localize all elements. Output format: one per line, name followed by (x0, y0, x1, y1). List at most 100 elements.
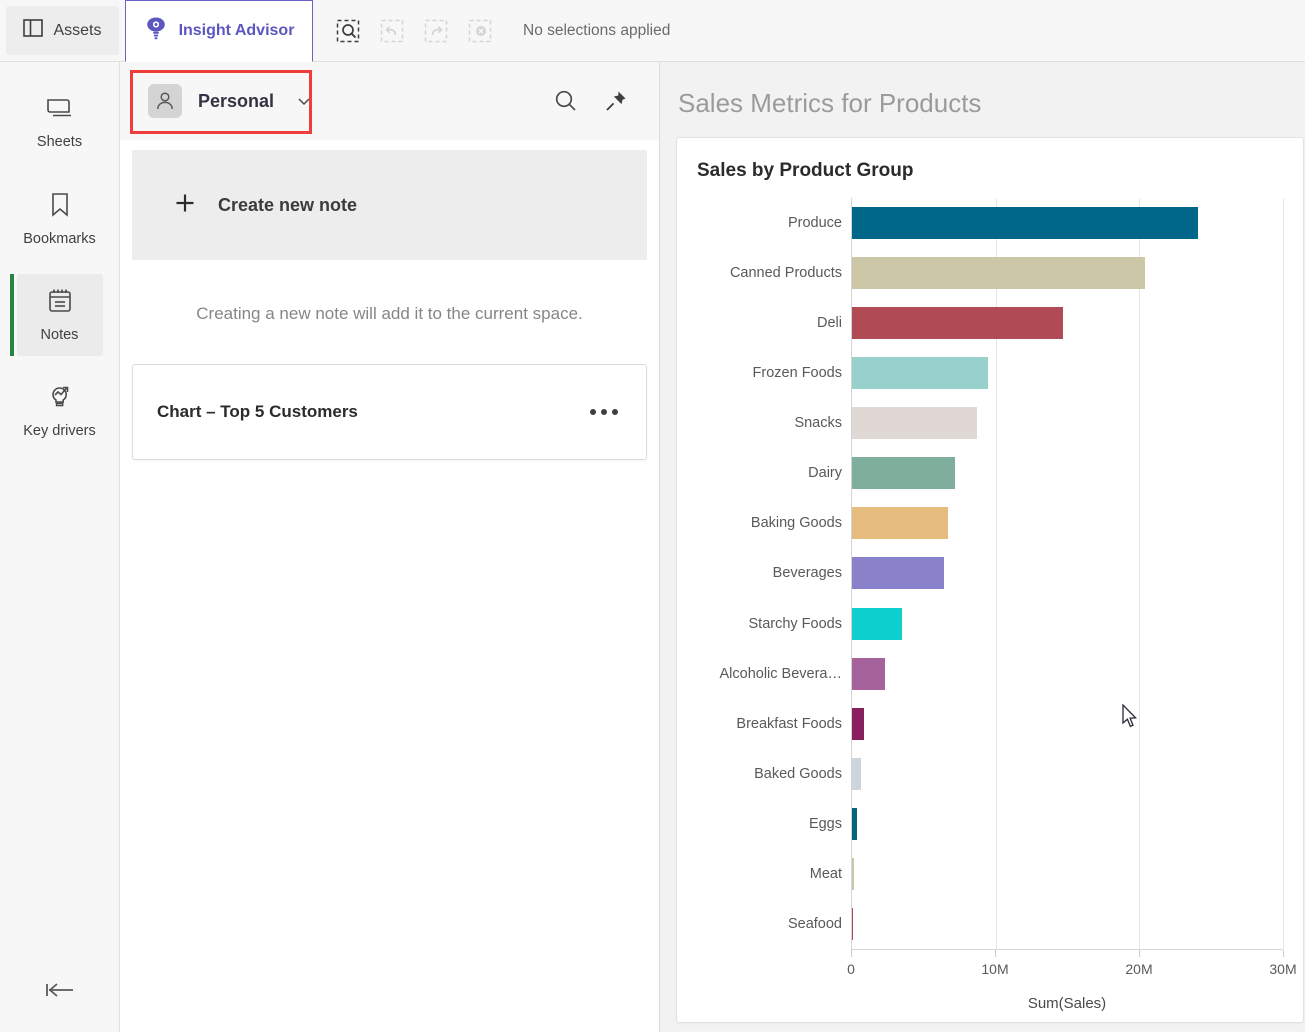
plus-icon (174, 192, 196, 219)
chart-x-tick (1138, 950, 1140, 957)
sidebar-item-bookmarks[interactable]: Bookmarks (17, 178, 103, 260)
chart-bar-row[interactable] (852, 498, 1283, 548)
chart-bar[interactable] (852, 607, 903, 640)
chart-bar-row[interactable] (852, 298, 1283, 348)
chart-category-label: Eggs (808, 815, 842, 832)
chart-category-label: Canned Products (729, 265, 842, 282)
bookmark-icon (49, 192, 71, 222)
chart-bar[interactable] (852, 807, 858, 840)
chart-bar-row[interactable] (852, 749, 1283, 799)
sidebar-item-notes[interactable]: Notes (9, 274, 103, 356)
redo-icon[interactable] (423, 18, 449, 44)
chart-bar[interactable] (852, 257, 1146, 290)
chart-plot: Produce Canned Products Deli Frozen Foods Sn… (693, 198, 1284, 949)
chart-bar-row[interactable] (852, 899, 1283, 949)
chart-x-tick-label: 30M (1269, 961, 1297, 977)
chart-bar-row[interactable] (852, 548, 1283, 598)
chart-bar[interactable] (852, 407, 977, 440)
note-card[interactable]: Chart – Top 5 Customers (132, 364, 647, 460)
notes-icon (47, 288, 73, 318)
chart-x-tick (851, 950, 852, 957)
chart-category-label: Frozen Foods (752, 365, 842, 382)
chart-bar[interactable] (852, 457, 956, 490)
sidebar-item-label: Bookmarks (23, 230, 96, 247)
sidebar-item-label: Sheets (36, 133, 83, 150)
chart-x-tick-label: 10M (981, 961, 1009, 977)
notes-header: Personal (120, 62, 659, 140)
chart-category-label: Starchy Foods (748, 615, 843, 632)
tab-insight-advisor[interactable]: Insight Advisor (125, 0, 313, 62)
chart-category-label: Baking Goods (750, 515, 842, 532)
person-icon (148, 84, 182, 118)
qlik-sense-app: Assets Insight Advisor No selections app… (0, 0, 1305, 1032)
notes-panel: Personal Create new note Creating a new … (120, 62, 660, 1032)
chart-bar[interactable] (852, 357, 989, 390)
sidebar-item-key-drivers[interactable]: Key drivers (17, 370, 103, 452)
selections-status-label: No selections applied (523, 21, 671, 39)
chart-bar[interactable] (852, 657, 886, 690)
chart-category-label: Beverages (772, 565, 842, 582)
selection-search-icon[interactable] (335, 18, 361, 44)
chart-category-label: Alcoholic Bevera… (719, 665, 843, 682)
chart-bar[interactable] (852, 907, 854, 940)
space-name-label: Personal (198, 90, 275, 111)
chart-gridline (1283, 198, 1284, 949)
undo-icon[interactable] (379, 18, 405, 44)
notes-hint-text: Creating a new note will add it to the c… (196, 304, 583, 323)
chart-bar-row[interactable] (852, 599, 1283, 649)
chart-x-axis: 0 10M 20M 30M (847, 949, 1297, 983)
search-icon[interactable] (549, 84, 583, 118)
note-card-title: Chart – Top 5 Customers (157, 402, 358, 421)
chart-bar[interactable] (852, 557, 944, 590)
chart-bar-row[interactable] (852, 649, 1283, 699)
chart-title: Sales by Product Group (697, 160, 914, 181)
create-new-note-button[interactable]: Create new note (132, 150, 647, 260)
tab-assets[interactable]: Assets (6, 6, 119, 55)
chart-bar[interactable] (852, 507, 949, 540)
chart-card[interactable]: Sales by Product Group Produce Canned Pro… (676, 137, 1304, 1023)
sidebar-item-sheets[interactable]: Sheets (17, 82, 103, 164)
create-new-note-label: Create new note (218, 194, 358, 215)
space-selector[interactable]: Personal (142, 80, 280, 122)
chart-bar[interactable] (852, 207, 1199, 240)
collapse-left-icon[interactable] (0, 970, 119, 1010)
selection-toolbar: No selections applied (313, 0, 670, 61)
chart-bar[interactable] (852, 707, 865, 740)
tab-assets-label: Assets (53, 21, 102, 39)
chart-category-label: Baked Goods (754, 765, 842, 782)
sidebar-item-label: Notes (40, 326, 79, 343)
key-drivers-icon (46, 384, 74, 414)
chart-bar-row[interactable] (852, 248, 1283, 298)
sidebar-item-label: Key drivers (23, 422, 96, 439)
kebab-menu-icon[interactable] (584, 403, 624, 421)
chart-bar-row[interactable] (852, 799, 1283, 849)
chart-category-label: Meat (809, 865, 842, 882)
panel-icon (23, 19, 44, 42)
notes-body: Create new note Creating a new note will… (120, 140, 659, 1032)
chart-bar-row[interactable] (852, 699, 1283, 749)
clear-selections-icon[interactable] (467, 18, 493, 44)
chart-plot-area: Produce Canned Products Deli Frozen Foods Sn… (693, 198, 1297, 1012)
page-title: Sales Metrics for Products (678, 88, 982, 118)
chevron-down-icon[interactable] (296, 95, 312, 107)
chart-category-label: Deli (817, 315, 842, 332)
sheets-icon (46, 97, 74, 125)
left-rail: Sheets Bookmarks Notes Key drivers (0, 62, 120, 1032)
chart-bar[interactable] (852, 757, 861, 790)
chart-bar-row[interactable] (852, 348, 1283, 398)
chart-category-label: Dairy (808, 465, 842, 482)
chart-bars (851, 198, 1284, 949)
chart-bar[interactable] (852, 857, 855, 890)
chart-bar-row[interactable] (852, 198, 1283, 248)
chart-x-axis-title: Sum(Sales) (1027, 995, 1107, 1012)
chart-category-label: Produce (787, 215, 842, 232)
insight-content: Sales Metrics for Products Sales by Prod… (660, 62, 1305, 1032)
top-toolbar: Assets Insight Advisor No selections app… (0, 0, 1305, 62)
pin-icon[interactable] (599, 84, 633, 118)
chart-bar-row[interactable] (852, 398, 1283, 448)
chart-bar[interactable] (852, 307, 1064, 340)
chart-bar-row[interactable] (852, 849, 1283, 899)
lightbulb-eye-icon (144, 16, 168, 46)
chart-category-label: Breakfast Foods (736, 715, 842, 732)
chart-bar-row[interactable] (852, 448, 1283, 498)
